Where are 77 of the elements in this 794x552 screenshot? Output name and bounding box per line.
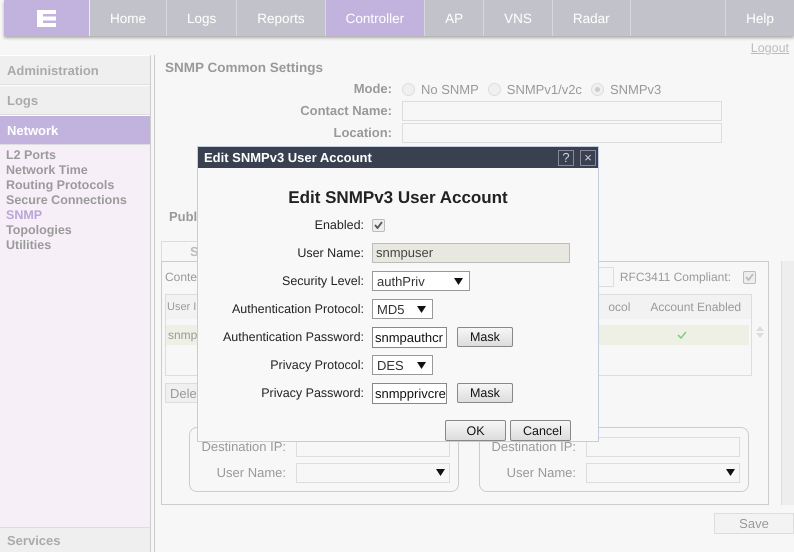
- sidebar-item[interactable]: L2 Ports: [6, 148, 144, 163]
- field-label: RFC3411 Compliant:: [620, 270, 731, 284]
- sidebar-item[interactable]: Utilities: [6, 238, 144, 253]
- nav-tab[interactable]: Controller: [326, 0, 426, 36]
- nav-tab[interactable]: VNS: [484, 0, 553, 36]
- section-title: Publ: [169, 209, 198, 226]
- field-label: Authentication Protocol:: [230, 302, 364, 316]
- select-field[interactable]: [586, 462, 740, 482]
- radio-button[interactable]: [590, 82, 604, 96]
- select-field[interactable]: MD5: [372, 299, 433, 319]
- field-label: Authentication Password:: [222, 330, 364, 344]
- radio-label: SNMPv3: [610, 82, 662, 96]
- field-label: Destination IP:: [200, 438, 286, 456]
- password-field[interactable]: snmpauthcr: [372, 326, 447, 348]
- help-button[interactable]: ?: [558, 150, 574, 166]
- logout-link[interactable]: Logout: [750, 41, 789, 55]
- radio-button[interactable]: [488, 82, 501, 96]
- column-header: Account Enabled: [650, 300, 742, 314]
- sidebar-item[interactable]: Routing Protocols: [6, 178, 144, 193]
- field-label: User Name:: [216, 464, 286, 482]
- nav-tab[interactable]: Logs: [167, 0, 238, 36]
- nav-tab[interactable]: Radar: [552, 0, 631, 36]
- field-label: Security Level:: [281, 274, 364, 288]
- column-header: User I: [166, 301, 196, 313]
- nav-tab[interactable]: Home: [90, 0, 168, 36]
- sidebar-item[interactable]: Secure Connections: [6, 193, 144, 208]
- scroll-up-icon[interactable]: [756, 326, 764, 331]
- field-label: Conte: [165, 270, 198, 284]
- save-button[interactable]: Save: [714, 513, 794, 534]
- sidebar-section[interactable]: Network: [0, 115, 150, 145]
- ok-button[interactable]: OK: [445, 420, 506, 441]
- radio-label: No SNMP: [421, 82, 479, 96]
- select-field[interactable]: DES: [372, 355, 433, 375]
- dialog-heading: Edit SNMPv3 User Account: [287, 188, 509, 208]
- input-field[interactable]: [586, 436, 740, 456]
- caret-icon: [417, 362, 426, 368]
- radio-button[interactable]: [402, 82, 415, 96]
- column-header: ocol: [608, 300, 630, 314]
- input-field[interactable]: [402, 123, 722, 143]
- scrollbar[interactable]: [781, 261, 794, 505]
- field-label: User Name:: [506, 464, 576, 482]
- select-field[interactable]: authPriv: [372, 271, 470, 291]
- caret-icon: [436, 469, 445, 476]
- field-label: Enabled:: [314, 218, 364, 232]
- password-field[interactable]: snmpprivcre: [372, 382, 447, 404]
- input-field[interactable]: [402, 101, 722, 121]
- logo-icon[interactable]: [37, 10, 56, 26]
- caret-icon: [454, 278, 463, 284]
- sidebar-section[interactable]: Administration: [0, 55, 150, 85]
- field-label: User Name:: [296, 246, 364, 260]
- sidebar-section[interactable]: Services: [0, 527, 150, 552]
- sidebar-item[interactable]: SNMP: [6, 208, 144, 223]
- section-title: SNMP Common Settings: [164, 59, 324, 75]
- caret-icon: [726, 469, 735, 476]
- select-field[interactable]: [296, 462, 450, 482]
- mask-button[interactable]: Mask: [457, 383, 513, 403]
- radio-label: SNMPv1/v2c: [506, 82, 582, 96]
- table-cell-text: snmp: [167, 328, 198, 342]
- sidebar-section[interactable]: Logs: [0, 85, 150, 115]
- caret-icon: [417, 306, 426, 312]
- scroll-down-icon[interactable]: [756, 333, 764, 338]
- sidebar-item[interactable]: Topologies: [6, 223, 144, 238]
- input-field[interactable]: snmpuser: [372, 243, 570, 263]
- cancel-button[interactable]: Cancel: [510, 420, 571, 441]
- field-label: Contact Name:: [299, 102, 392, 120]
- field-label: Privacy Password:: [260, 386, 364, 400]
- checkbox[interactable]: [372, 218, 385, 232]
- sidebar-item[interactable]: Network Time: [6, 163, 144, 178]
- dialog-title: Edit SNMPv3 User Account: [204, 150, 373, 165]
- field-label: Mode:: [352, 80, 392, 98]
- help-tab[interactable]: Help: [726, 0, 794, 36]
- field-label: Privacy Protocol:: [269, 358, 364, 372]
- field-label: Location:: [332, 124, 392, 142]
- close-button[interactable]: ×: [580, 150, 596, 166]
- nav-tab[interactable]: AP: [425, 0, 484, 36]
- checkbox[interactable]: [743, 270, 756, 284]
- mask-button[interactable]: Mask: [457, 327, 513, 347]
